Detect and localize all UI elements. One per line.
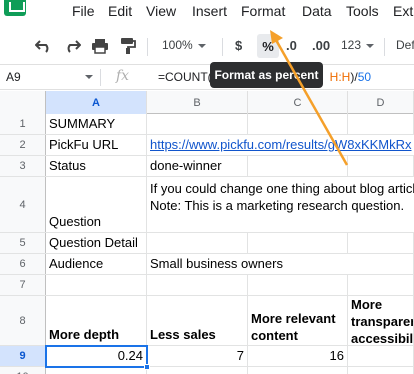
cell-b2-link[interactable]: https://www.pickfu.com/results/gW8xKKMkR… [147,135,414,155]
column-header-row: A B C D [0,91,414,114]
cell-c7[interactable] [248,275,348,295]
name-box[interactable]: A9 [6,70,21,84]
cell-b9[interactable]: 7 [147,346,248,366]
cell-a1[interactable]: SUMMARY [46,114,147,134]
menu-format[interactable]: Format [241,3,285,19]
menu-insert[interactable]: Insert [192,3,227,19]
table-row: 10 [0,367,414,374]
cell-d1[interactable] [348,114,414,134]
select-all-corner[interactable] [0,91,46,114]
undo-icon[interactable] [34,36,54,56]
row-header[interactable]: 2 [0,135,46,155]
percent-button[interactable]: % [257,34,279,58]
format-as-percent-tooltip: Format as percent [210,62,323,88]
table-row: 5 Question Detail [0,233,414,254]
decrease-decimal-button[interactable]: .0 [286,38,297,53]
cell-d10[interactable] [348,367,414,374]
redo-icon[interactable] [62,36,82,56]
cell-c9[interactable]: 16 [248,346,348,366]
row-header[interactable]: 10 [0,367,46,374]
menu-file[interactable]: File [72,3,95,19]
cell-c10[interactable] [248,367,348,374]
cell-a5[interactable]: Question Detail [46,233,147,253]
cell-d7[interactable] [348,275,414,295]
cell-b6[interactable]: Small business owners [147,254,348,274]
table-row: 7 [0,275,414,296]
table-row: 8 More depth Less sales More relevant co… [0,296,414,346]
menu-edit[interactable]: Edit [108,3,132,19]
cell-b4[interactable]: If you could change one thing about blog… [147,177,414,232]
table-row: 6 Audience Small business owners [0,254,414,275]
cell-a2[interactable]: PickFu URL [46,135,147,155]
cell-a6[interactable]: Audience [46,254,147,274]
row-header[interactable]: 4 [0,177,46,232]
increase-decimal-button[interactable]: .00 [312,38,330,53]
cell-a7[interactable] [46,275,147,295]
cell-b7[interactable] [147,275,248,295]
cell-d9[interactable] [348,346,414,366]
column-header-c[interactable]: C [248,91,348,114]
cell-d5[interactable] [348,233,414,253]
column-header-b[interactable]: B [147,91,248,114]
row-header[interactable]: 8 [0,296,46,345]
cell-c3[interactable] [248,156,348,176]
toolbar: 100% $ % .0 .00 123 Def [0,28,414,64]
row-header[interactable]: 7 [0,275,46,295]
row-header[interactable]: 9 [0,346,46,366]
font-select[interactable]: Def [396,38,414,52]
cell-c5[interactable] [248,233,348,253]
more-formats-select[interactable]: 123 [341,38,375,52]
cell-b10[interactable] [147,367,248,374]
fx-icon: fx [116,68,130,84]
print-icon[interactable] [90,36,110,56]
cell-b1[interactable] [147,114,248,134]
cell-b3[interactable]: done-winner [147,156,248,176]
cell-b8[interactable]: Less sales [147,296,248,345]
cell-d6[interactable] [348,254,414,274]
sheets-logo-icon[interactable] [4,0,26,16]
menu-data[interactable]: Data [302,3,332,19]
column-header-a[interactable]: A [46,91,147,114]
table-row: 9 0.24 7 16 [0,346,414,367]
row-header[interactable]: 1 [0,114,46,134]
paint-format-icon[interactable] [118,36,138,56]
cell-a9[interactable]: 0.24 [46,346,147,366]
menu-bar: File Edit View Insert Format Data Tools … [0,0,414,28]
table-row: 2 PickFu URL https://www.pickfu.com/resu… [0,135,414,156]
spreadsheet-grid[interactable]: A B C D 1 SUMMARY 2 PickFu URL https://w… [0,91,414,374]
currency-button[interactable]: $ [235,38,242,53]
cell-d3[interactable] [348,156,414,176]
menu-view[interactable]: View [146,3,176,19]
table-row: 1 SUMMARY [0,114,414,135]
cell-c1[interactable] [248,114,348,134]
table-row: 4 Question If you could change one thing… [0,177,414,233]
cell-a8[interactable]: More depth [46,296,147,345]
cell-a3[interactable]: Status [46,156,147,176]
name-box-caret-icon[interactable] [85,75,93,79]
menu-extensions[interactable]: Ext [393,3,413,19]
formula-bar: A9 fx =COUNT(H:H)/50 [0,64,414,90]
table-row: 3 Status done-winner [0,156,414,177]
cell-a4[interactable]: Question [46,177,147,232]
zoom-select[interactable]: 100% [162,38,206,52]
row-header[interactable]: 5 [0,233,46,253]
cell-b5[interactable] [147,233,248,253]
cell-d8[interactable]: More transparency accessibility [348,296,414,345]
cell-c8[interactable]: More relevant content [248,296,348,345]
row-header[interactable]: 3 [0,156,46,176]
cell-a10[interactable] [46,367,147,374]
row-header[interactable]: 6 [0,254,46,274]
column-header-d[interactable]: D [348,91,414,114]
menu-tools[interactable]: Tools [346,3,379,19]
